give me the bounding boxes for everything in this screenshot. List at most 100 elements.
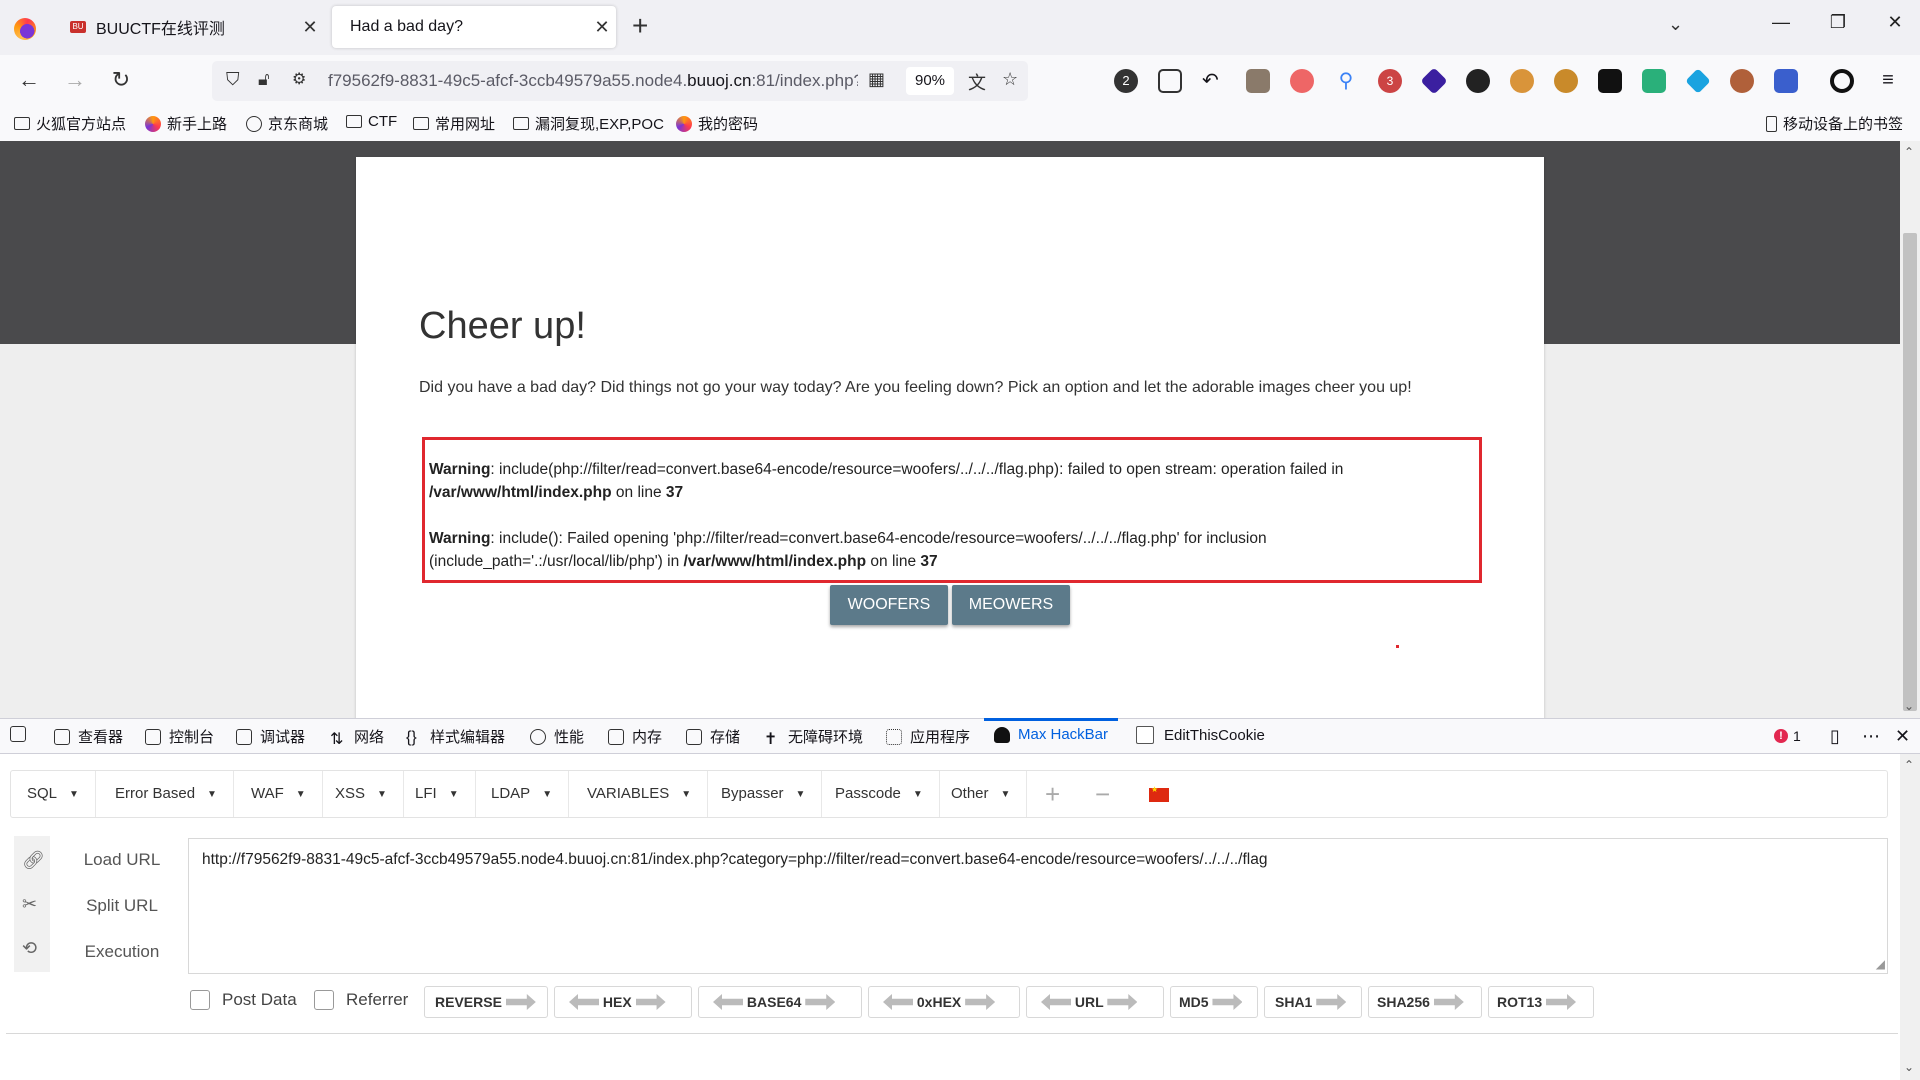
location-icon[interactable]: ⚲ — [1334, 69, 1358, 93]
sha256-button[interactable]: SHA256 — [1368, 986, 1482, 1018]
cookie-icon[interactable] — [1510, 69, 1534, 93]
extension-diamond-icon[interactable] — [1420, 67, 1448, 95]
restore-icon[interactable]: ❐ — [1815, 12, 1861, 33]
reverse-button[interactable]: REVERSE — [424, 986, 548, 1018]
close-window-icon[interactable]: ✕ — [1872, 12, 1918, 33]
forward-icon[interactable]: → — [60, 67, 90, 93]
meowers-button[interactable]: MEOWERS — [952, 585, 1070, 625]
bookmark-item[interactable]: 新手上路 — [145, 113, 227, 134]
menu-other[interactable]: Other ▼ — [935, 771, 1028, 817]
scroll-down-icon[interactable]: ⌄ — [1904, 699, 1914, 713]
bookmark-item[interactable]: 常用网址 — [413, 113, 495, 134]
new-tab-icon[interactable]: + — [632, 10, 648, 42]
dock-side-icon[interactable]: ▯ — [1830, 726, 1840, 747]
scissors-icon[interactable]: ✂ — [22, 894, 37, 915]
load-url-button[interactable]: Load URL — [60, 850, 184, 870]
menu-error-based[interactable]: Error Based ▼ — [99, 771, 234, 817]
extension-badge-icon[interactable]: 3 — [1378, 69, 1402, 93]
minus-icon[interactable]: − — [1095, 779, 1110, 810]
more-options-icon[interactable]: ⋯ — [1862, 726, 1880, 747]
url-encode-button[interactable]: URL — [1026, 986, 1164, 1018]
translate-icon[interactable]: 文 — [968, 69, 986, 95]
qr-code-icon[interactable]: ▦ — [868, 69, 885, 90]
scroll-up-icon[interactable]: ⌃ — [1904, 145, 1914, 159]
tab-editthiscookie[interactable]: EditThisCookie — [1136, 726, 1265, 744]
extension-download-icon[interactable] — [1246, 69, 1270, 93]
extension-code-icon[interactable] — [1642, 69, 1666, 93]
undo-icon[interactable]: ↶ — [1202, 69, 1226, 93]
extension-cookie-editor-icon[interactable] — [1730, 69, 1754, 93]
tab-buuctf[interactable]: BU BUUCTF在线评测 ✕ — [56, 6, 324, 48]
resize-grip-icon[interactable]: ◢ — [1876, 957, 1885, 971]
execution-button[interactable]: Execution — [60, 942, 184, 962]
scroll-up-icon[interactable]: ⌃ — [1904, 758, 1914, 772]
plus-icon[interactable]: + — [1045, 779, 1060, 810]
tab-application[interactable]: 应用程序 — [886, 726, 970, 747]
extension-hacker-icon[interactable] — [1466, 69, 1490, 93]
0xhex-button[interactable]: 0xHEX — [868, 986, 1020, 1018]
devtools-scrollbar[interactable]: ⌃ ⌄ — [1900, 754, 1920, 1080]
error-count-badge[interactable]: ! 1 — [1774, 728, 1801, 744]
shield-icon[interactable]: ⛉ — [226, 69, 240, 90]
bookmark-item[interactable]: 京东商城 — [246, 113, 328, 134]
bookmark-item[interactable]: 漏洞复现,EXP,POC — [513, 113, 664, 134]
tab-max-hackbar[interactable]: Max HackBar — [983, 718, 1119, 743]
reload-icon[interactable]: ↻ — [106, 67, 136, 93]
page-scrollbar[interactable]: ⌃ ⌄ — [1900, 141, 1920, 718]
url-text[interactable]: f79562f9-8831-49c5-afcf-3ccb49579a55.nod… — [328, 71, 858, 91]
close-tab-icon[interactable]: ✕ — [296, 17, 324, 38]
md5-button[interactable]: MD5 — [1170, 986, 1258, 1018]
back-icon[interactable]: ← — [14, 67, 44, 93]
bookmark-item[interactable]: 火狐官方站点 — [14, 113, 126, 134]
menu-sql[interactable]: SQL ▼ — [11, 771, 96, 817]
menu-xss[interactable]: XSS ▼ — [319, 771, 404, 817]
extension-monkey-icon[interactable] — [1554, 69, 1578, 93]
tab-accessibility[interactable]: ✝ 无障碍环境 — [764, 726, 863, 748]
menu-ldap[interactable]: LDAP ▼ — [475, 771, 570, 817]
extension-pin-icon[interactable] — [1290, 69, 1314, 93]
tab-debugger[interactable]: 调试器 — [236, 726, 305, 747]
menu-passcode[interactable]: Passcode ▼ — [819, 771, 940, 817]
bookmark-item[interactable]: CTF — [346, 113, 397, 130]
screenshot-crop-icon[interactable] — [1158, 69, 1182, 93]
url-textarea[interactable]: http://f79562f9-8831-49c5-afcf-3ccb49579… — [188, 838, 1888, 974]
tab-performance[interactable]: 性能 — [530, 726, 584, 747]
extension-counter-icon[interactable]: 2 — [1114, 69, 1138, 93]
address-bar[interactable]: ⛉ 🔓︎ ⚙ f79562f9-8831-49c5-afcf-3ccb49579… — [212, 61, 1028, 101]
minimize-icon[interactable]: — — [1758, 12, 1804, 33]
tab-bad-day[interactable]: Had a bad day? ✕ — [332, 6, 616, 48]
post-data-option[interactable]: Post Data — [190, 990, 297, 1010]
woofers-button[interactable]: WOOFERS — [830, 585, 948, 625]
menu-variables[interactable]: VARIABLES ▼ — [571, 771, 709, 817]
post-data-checkbox[interactable] — [190, 990, 210, 1010]
menu-bypasser[interactable]: Bypasser ▼ — [705, 771, 823, 817]
permissions-icon[interactable]: ⚙ — [292, 69, 306, 89]
bookmark-star-icon[interactable]: ☆ — [1002, 69, 1018, 90]
referrer-checkbox[interactable] — [314, 990, 334, 1010]
link-icon[interactable]: 🔗︎ — [22, 850, 45, 871]
tab-console[interactable]: 控制台 — [145, 726, 214, 747]
hex-button[interactable]: HEX — [554, 986, 692, 1018]
tab-storage[interactable]: 存储 — [686, 726, 740, 747]
extension-cube-icon[interactable] — [1685, 68, 1711, 94]
base64-button[interactable]: BASE64 — [698, 986, 862, 1018]
insecure-lock-icon[interactable]: 🔓︎ — [258, 69, 270, 90]
rot13-button[interactable]: ROT13 — [1488, 986, 1594, 1018]
tab-style-editor[interactable]: {} 样式编辑器 — [406, 726, 505, 747]
list-tabs-chevron-icon[interactable]: ⌄ — [1668, 14, 1683, 35]
china-flag-icon[interactable] — [1149, 785, 1169, 802]
extension-glasses-icon[interactable] — [1598, 69, 1622, 93]
tab-network[interactable]: ⇅ 网络 — [330, 726, 384, 748]
extension-circle-icon[interactable] — [1830, 69, 1854, 93]
menu-waf[interactable]: WAF ▼ — [235, 771, 323, 817]
close-devtools-icon[interactable]: ✕ — [1895, 726, 1910, 747]
zoom-level[interactable]: 90% — [906, 67, 954, 95]
translate-extension-icon[interactable] — [1774, 69, 1798, 93]
bookmark-item[interactable]: 我的密码 — [676, 113, 758, 134]
scroll-down-icon[interactable]: ⌄ — [1904, 1060, 1914, 1074]
sha1-button[interactable]: SHA1 — [1264, 986, 1362, 1018]
scrollbar-thumb[interactable] — [1903, 233, 1917, 711]
element-picker-icon[interactable] — [10, 726, 26, 742]
tab-inspector[interactable]: 查看器 — [54, 726, 123, 747]
referrer-option[interactable]: Referrer — [314, 990, 408, 1010]
